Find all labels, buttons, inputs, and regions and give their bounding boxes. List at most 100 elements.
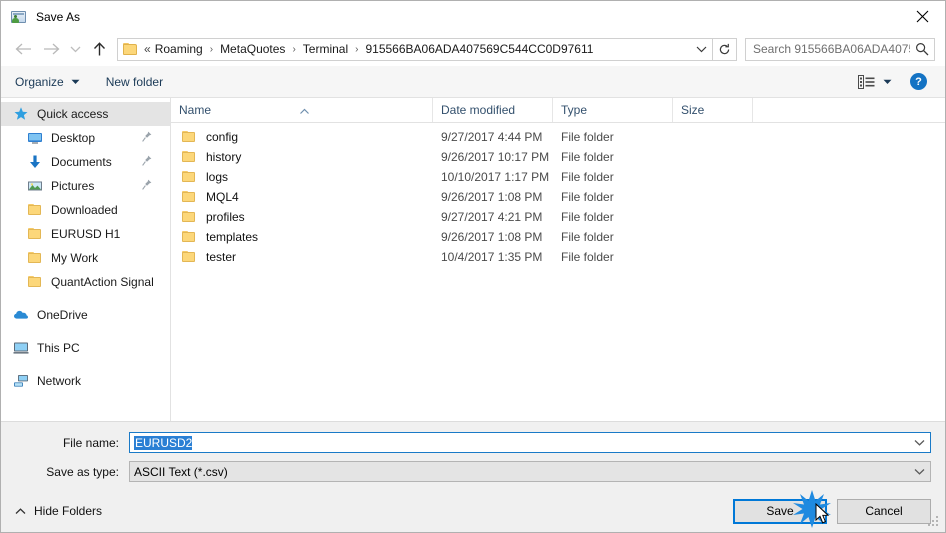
- chevron-down-icon[interactable]: [908, 439, 930, 446]
- resize-grip[interactable]: [928, 516, 941, 529]
- save-as-type-label: Save as type:: [46, 464, 119, 479]
- file-name-cell: config: [171, 129, 433, 145]
- hide-folders-label: Hide Folders: [34, 504, 103, 518]
- breadcrumb-item-terminal[interactable]: Terminal: [302, 42, 349, 56]
- save-as-type-select[interactable]: ASCII Text (*.csv): [129, 461, 931, 482]
- column-header-date-modified[interactable]: Date modified: [433, 98, 553, 122]
- sidebar-item-this-pc[interactable]: This PC: [1, 336, 170, 360]
- file-type: File folder: [561, 130, 614, 144]
- window-title: Save As: [36, 9, 81, 24]
- sidebar-item-label: Quick access: [37, 107, 109, 121]
- pin-icon[interactable]: [142, 131, 152, 145]
- sidebar-item-label: Desktop: [51, 131, 96, 145]
- sidebar-item-my-work[interactable]: My Work: [1, 246, 170, 270]
- sidebar-item-onedrive[interactable]: OneDrive: [1, 303, 170, 327]
- sidebar-item-label: EURUSD H1: [51, 227, 121, 241]
- file-type: File folder: [561, 210, 614, 224]
- file-name: templates: [206, 230, 259, 244]
- address-bar[interactable]: « Roaming › MetaQuotes › Terminal › 9155…: [117, 37, 713, 61]
- close-icon[interactable]: [899, 1, 945, 31]
- sidebar-item-eurusd-h1[interactable]: EURUSD H1: [1, 222, 170, 246]
- organize-button[interactable]: Organize: [15, 75, 80, 89]
- file-date: 10/10/2017 1:17 PM: [441, 170, 550, 184]
- table-row[interactable]: profiles 9/27/2017 4:21 PM File folder: [171, 207, 945, 227]
- chevron-down-icon[interactable]: [690, 45, 712, 53]
- file-name: profiles: [206, 210, 245, 224]
- file-name-value: EURUSD2: [130, 435, 908, 450]
- file-type: File folder: [561, 170, 614, 184]
- search-input[interactable]: Search 915566BA06ADA40756...: [745, 37, 935, 61]
- this-pc-icon: [13, 340, 29, 356]
- search-icon[interactable]: [910, 42, 934, 56]
- save-form: File name: EURUSD2 Save as type: ASCII T…: [1, 421, 945, 490]
- table-row[interactable]: tester 10/4/2017 1:35 PM File folder: [171, 247, 945, 267]
- sidebar-item-desktop[interactable]: Desktop: [1, 126, 170, 150]
- breadcrumb-item-roaming[interactable]: Roaming: [154, 42, 204, 56]
- desktop-icon: [27, 130, 43, 146]
- sidebar-item-quantaction-signal[interactable]: QuantAction Signal: [1, 270, 170, 294]
- file-name-cell: history: [171, 149, 433, 165]
- sidebar-item-label: QuantAction Signal: [51, 275, 154, 289]
- sidebar-item-documents[interactable]: Documents: [1, 150, 170, 174]
- file-type: File folder: [561, 190, 614, 204]
- breadcrumb-separator[interactable]: ›: [204, 44, 219, 55]
- column-headers: Name Date modified Type Size: [171, 98, 945, 123]
- save-button[interactable]: Save: [733, 498, 827, 524]
- view-layout-icon: [858, 74, 876, 89]
- table-row[interactable]: templates 9/26/2017 1:08 PM File folder: [171, 227, 945, 247]
- chevron-down-icon[interactable]: [908, 468, 930, 475]
- forward-arrow-icon[interactable]: [37, 36, 65, 62]
- help-label: ?: [915, 75, 922, 88]
- sidebar-item-network[interactable]: Network: [1, 369, 170, 393]
- organize-label: Organize: [15, 74, 64, 89]
- column-header-label: Date modified: [441, 103, 516, 117]
- pin-icon[interactable]: [142, 179, 152, 193]
- file-name-label: File name:: [62, 435, 119, 450]
- file-type: File folder: [561, 230, 614, 244]
- hide-folders-button[interactable]: Hide Folders: [15, 504, 102, 518]
- file-name: MQL4: [206, 190, 239, 204]
- sidebar-item-pictures[interactable]: Pictures: [1, 174, 170, 198]
- table-row[interactable]: MQL4 9/26/2017 1:08 PM File folder: [171, 187, 945, 207]
- folder-icon: [181, 249, 197, 265]
- sidebar-item-quick-access[interactable]: Quick access: [1, 102, 170, 126]
- column-header-size[interactable]: Size: [673, 98, 753, 122]
- column-header-label: Type: [561, 103, 588, 117]
- chevron-down-icon: [71, 79, 80, 85]
- network-icon: [13, 373, 29, 389]
- help-button[interactable]: ?: [910, 73, 927, 90]
- title-bar: Save As: [1, 1, 945, 32]
- breadcrumb-item-terminal-id[interactable]: 915566BA06ADA407569C544CC0D97611: [364, 42, 594, 56]
- back-arrow-icon[interactable]: [9, 36, 37, 62]
- recent-locations-chevron-icon[interactable]: [65, 36, 85, 62]
- breadcrumb-separator[interactable]: ›: [349, 44, 364, 55]
- table-row[interactable]: logs 10/10/2017 1:17 PM File folder: [171, 167, 945, 187]
- sidebar-item-label: Pictures: [51, 179, 95, 193]
- up-arrow-icon[interactable]: [85, 36, 113, 62]
- breadcrumb-overflow[interactable]: «: [143, 42, 154, 56]
- sidebar-item-label: My Work: [51, 251, 99, 265]
- folder-icon: [181, 229, 197, 245]
- cancel-button[interactable]: Cancel: [837, 498, 931, 524]
- pin-icon[interactable]: [142, 155, 152, 169]
- table-row[interactable]: history 9/26/2017 10:17 PM File folder: [171, 147, 945, 167]
- command-bar: Organize New folder ?: [1, 66, 945, 98]
- breadcrumb-separator[interactable]: ›: [286, 44, 301, 55]
- new-folder-label: New folder: [105, 74, 164, 89]
- file-name-input[interactable]: EURUSD2: [129, 432, 931, 453]
- table-row[interactable]: config 9/27/2017 4:44 PM File folder: [171, 127, 945, 147]
- file-name-cell: logs: [171, 169, 433, 185]
- folder-icon: [181, 169, 197, 185]
- file-rows: config 9/27/2017 4:44 PM File folder his…: [171, 123, 945, 421]
- file-name-selected-text: EURUSD2: [134, 435, 193, 450]
- view-layout-button[interactable]: [858, 74, 892, 89]
- sidebar-item-label: Downloaded: [51, 203, 118, 217]
- folder-icon: [123, 42, 139, 56]
- sidebar-item-downloaded[interactable]: Downloaded: [1, 198, 170, 222]
- breadcrumb-item-metaquotes[interactable]: MetaQuotes: [219, 42, 286, 56]
- column-header-name[interactable]: Name: [171, 98, 433, 122]
- file-date: 10/4/2017 1:35 PM: [441, 250, 543, 264]
- refresh-icon[interactable]: [713, 37, 737, 61]
- column-header-type[interactable]: Type: [553, 98, 673, 122]
- new-folder-button[interactable]: New folder: [106, 75, 163, 89]
